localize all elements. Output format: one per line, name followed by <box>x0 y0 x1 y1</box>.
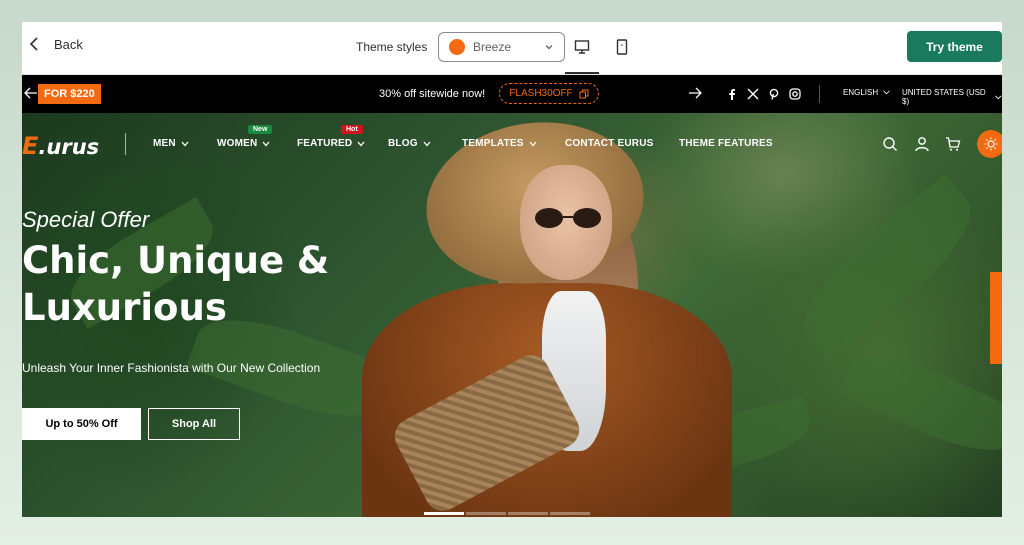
hot-badge: Hot <box>341 125 363 134</box>
sale-button[interactable]: Up to 50% Off <box>22 408 141 440</box>
theme-preview-frame: Back Theme styles Breeze Try theme FOR $… <box>22 22 1002 517</box>
nav-label: BLOG <box>388 138 418 149</box>
chevron-down-icon <box>545 45 553 50</box>
mobile-icon <box>616 39 628 55</box>
currency-selector[interactable]: UNITED STATES (USD $) <box>902 88 1002 106</box>
nav-item-contact[interactable]: CONTACT EURUS <box>565 138 654 149</box>
logo-mark: E <box>22 132 39 160</box>
language-label: ENGLISH <box>843 88 879 97</box>
new-badge: New <box>248 125 273 134</box>
cart-icon[interactable] <box>945 136 963 154</box>
hero-banner: E.urus MEN New WOMEN Hot FEATURED BLOG T… <box>22 113 1002 517</box>
chevron-down-icon <box>883 90 890 95</box>
shop-all-button[interactable]: Shop All <box>148 408 240 440</box>
discount-code-pill[interactable]: FLASH30OFF <box>499 83 599 104</box>
x-twitter-icon[interactable] <box>747 87 759 100</box>
nav-item-blog[interactable]: BLOG <box>388 138 431 149</box>
currency-label: UNITED STATES (USD $) <box>902 88 986 106</box>
foliage-shape <box>784 173 990 363</box>
slide-indicator[interactable] <box>466 512 506 515</box>
theme-style-value: Breeze <box>473 40 512 54</box>
nav-label: WOMEN <box>217 138 258 149</box>
slide-indicator[interactable] <box>550 512 590 515</box>
try-theme-button[interactable]: Try theme <box>907 31 1002 62</box>
hero-headline: Chic, Unique & Luxurious <box>22 239 330 329</box>
nav-label: CONTACT EURUS <box>565 138 654 149</box>
chevron-down-icon <box>357 141 365 146</box>
mobile-preview-button[interactable] <box>605 32 639 62</box>
back-label: Back <box>54 36 83 52</box>
hero-subline: Unleash Your Inner Fashionista with Our … <box>22 361 321 375</box>
nav-item-featured[interactable]: FEATURED <box>297 138 365 149</box>
style-color-dot <box>449 39 465 55</box>
announcement-message: 30% off sitewide now! <box>379 88 486 100</box>
chevron-down-icon <box>181 141 189 146</box>
slide-indicator[interactable] <box>508 512 548 515</box>
pinterest-icon[interactable] <box>768 87 780 100</box>
nav-item-templates[interactable]: TEMPLATES <box>462 138 537 149</box>
discount-code: FLASH30OFF <box>509 88 573 99</box>
sun-icon <box>984 137 998 151</box>
editor-toolbar: Back Theme styles Breeze Try theme <box>22 22 1002 75</box>
arrow-right-icon[interactable] <box>688 87 702 99</box>
desktop-preview-button[interactable] <box>565 32 599 74</box>
site-header: E.urus MEN New WOMEN Hot FEATURED BLOG T… <box>22 113 1002 175</box>
slider-pagination <box>424 512 590 515</box>
sunglasses-shape <box>535 208 601 228</box>
facebook-icon[interactable] <box>726 87 738 100</box>
theme-styles-label: Theme styles <box>356 40 428 54</box>
instagram-icon[interactable] <box>789 87 801 100</box>
account-icon[interactable] <box>914 136 932 154</box>
site-logo[interactable]: E.urus <box>22 132 99 160</box>
header-divider <box>125 133 126 155</box>
nav-label: TEMPLATES <box>462 138 524 149</box>
copy-icon <box>579 89 589 98</box>
hero-eyebrow: Special Offer <box>22 207 150 232</box>
chevron-down-icon <box>995 95 1002 99</box>
slide-indicator[interactable] <box>424 512 464 515</box>
logo-text: .urus <box>38 135 100 159</box>
announcement-bar: FOR $220 30% off sitewide now! FLASH30OF… <box>22 75 1002 113</box>
announcement-divider <box>819 85 820 103</box>
side-drawer-tab[interactable] <box>990 272 1002 364</box>
nav-label: THEME FEATURES <box>679 138 773 149</box>
chevron-down-icon <box>423 141 431 146</box>
theme-toggle-button[interactable] <box>977 130 1002 158</box>
nav-item-women[interactable]: WOMEN <box>217 138 270 149</box>
nav-label: MEN <box>153 138 176 149</box>
nav-item-theme-features[interactable]: THEME FEATURES <box>679 138 773 149</box>
foliage-shape <box>837 337 1002 469</box>
nav-item-men[interactable]: MEN <box>153 138 189 149</box>
desktop-icon <box>574 40 590 54</box>
back-button[interactable]: Back <box>28 36 83 52</box>
theme-style-select[interactable]: Breeze <box>438 32 565 62</box>
promo-tag[interactable]: FOR $220 <box>38 84 101 104</box>
arrow-left-icon[interactable] <box>24 87 38 99</box>
chevron-down-icon <box>262 141 270 146</box>
language-selector[interactable]: ENGLISH <box>843 88 890 97</box>
nav-label: FEATURED <box>297 138 353 149</box>
search-icon[interactable] <box>882 136 900 154</box>
chevron-left-icon <box>29 37 38 51</box>
chevron-down-icon <box>529 141 537 146</box>
